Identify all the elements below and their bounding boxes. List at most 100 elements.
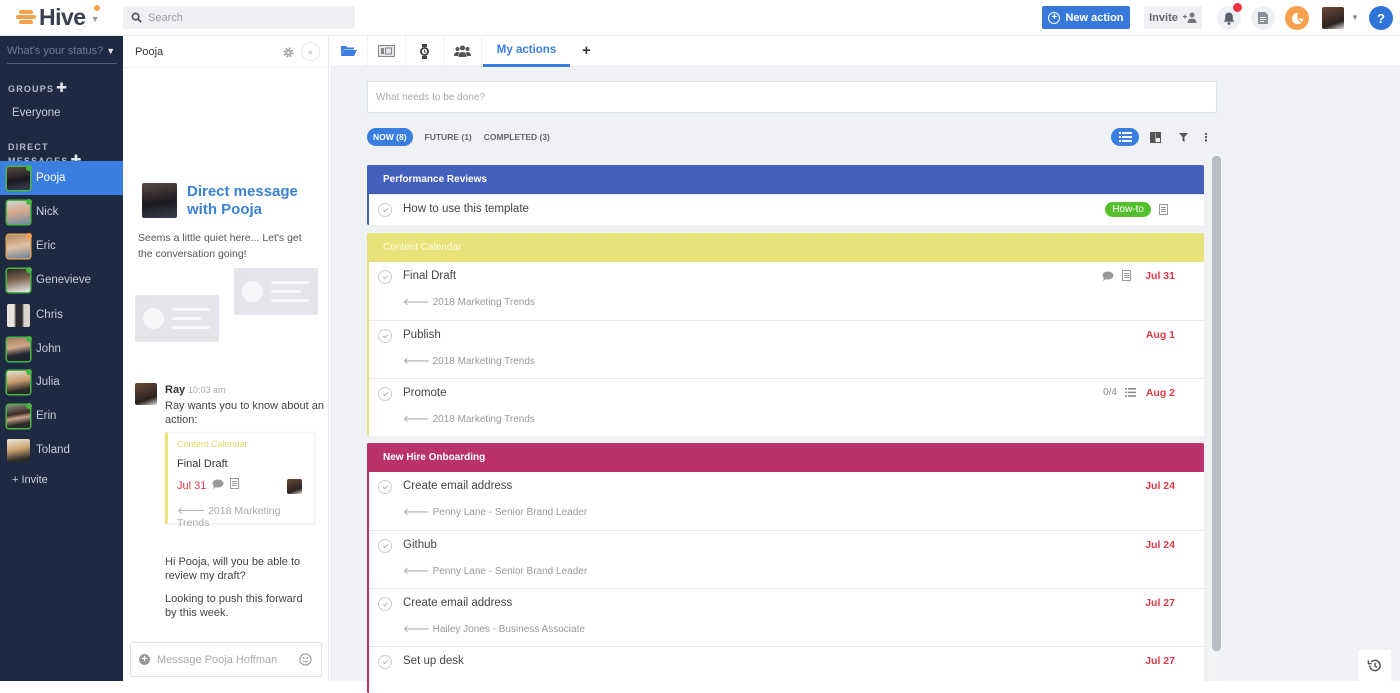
action-row[interactable]: How to use this template How-to	[369, 194, 1204, 225]
new-action-input[interactable]: What needs to be done?	[367, 81, 1217, 113]
complete-checkbox[interactable]	[378, 270, 392, 284]
search-placeholder: Search	[148, 11, 183, 24]
sidebar-item-john[interactable]: John	[0, 332, 123, 366]
sidebar-item-everyone[interactable]: Everyone	[0, 96, 123, 130]
list-view-button[interactable]	[1111, 128, 1139, 146]
sidebar: What's your status? ▼ GROUPS ✚ Everyone DI…	[0, 36, 123, 681]
parent-link[interactable]: 🡐 Penny Lane - Senior Brand Leader	[403, 506, 587, 518]
tab-projects[interactable]	[330, 36, 368, 66]
hive-logo[interactable]: Hive ▼	[16, 4, 100, 30]
sidebar-item-toland[interactable]: Toland	[0, 433, 123, 467]
chevron-down-icon[interactable]: ▼	[91, 14, 100, 24]
new-action-button[interactable]: + New action	[1042, 6, 1130, 29]
tag-badge[interactable]: How-to	[1105, 202, 1151, 217]
message-input[interactable]: + Message Pooja Hoffman	[130, 642, 322, 677]
parent-project-label: 2018 Marketing Trends	[432, 356, 535, 367]
parent-link[interactable]: 🡐 Penny Lane - Senior Brand Leader	[403, 565, 587, 577]
sidebar-item-genevieve[interactable]: Genevieve	[0, 263, 123, 297]
add-view-button[interactable]: +	[582, 42, 591, 59]
sidebar-item-julia[interactable]: Julia	[0, 365, 123, 399]
tab-team[interactable]	[444, 36, 482, 66]
filter-completed[interactable]: COMPLETED (3)	[484, 132, 550, 142]
help-button[interactable]: ?	[1369, 6, 1393, 30]
status-selector[interactable]: What's your status? ▼	[7, 45, 117, 64]
action-title: Publish	[403, 329, 441, 341]
group-label: Everyone	[12, 107, 61, 119]
tab-my-actions[interactable]: My actions	[483, 36, 570, 67]
complete-checkbox[interactable]	[378, 655, 392, 669]
project-section: New Hire Onboarding Create email address…	[367, 443, 1204, 693]
section-title: New Hire Onboarding	[383, 452, 486, 463]
history-button[interactable]	[1358, 650, 1391, 681]
card-due-date: Jul 31	[177, 480, 207, 492]
complete-checkbox[interactable]	[378, 329, 392, 343]
notes-button[interactable]	[1251, 6, 1275, 30]
collapse-panel-button[interactable]: «	[301, 42, 320, 61]
parent-link[interactable]: 🡐 2018 Marketing Trends	[403, 413, 535, 425]
tab-label: My actions	[496, 44, 557, 56]
complete-checkbox[interactable]	[378, 539, 392, 553]
shared-action-card[interactable]: Content Calendar Final Draft Jul 31 🡐 20…	[165, 432, 315, 529]
parent-link[interactable]: 🡐 2018 Marketing Trends	[403, 355, 535, 367]
action-row[interactable]: Final Draft 🡐 2018 Marketing Trends Jul …	[369, 262, 1204, 320]
dm-intro-text: Seems a little quiet here... Let's get t…	[138, 232, 302, 260]
avatar	[7, 368, 32, 394]
invite-button[interactable]: Invite	[1144, 6, 1202, 29]
filter-button[interactable]	[1176, 128, 1190, 146]
scrollbar-thumb[interactable]	[1212, 156, 1221, 651]
history-icon	[1367, 659, 1381, 672]
parent-link[interactable]: 🡐 2018 Marketing Trends	[403, 296, 535, 308]
user-avatar[interactable]	[1322, 7, 1344, 29]
sidebar-item-chris[interactable]: Chris	[0, 298, 123, 332]
stopwatch-icon	[420, 43, 429, 59]
analytics-button[interactable]	[1285, 6, 1309, 30]
sidebar-item-pooja[interactable]: Pooja	[0, 161, 123, 195]
action-row[interactable]: Promote 🡐 2018 Marketing Trends 0/4 Aug …	[369, 378, 1204, 436]
card-parent: 🡐 2018 Marketing Trends	[177, 505, 281, 529]
filter-icon	[1178, 132, 1188, 142]
filter-future[interactable]: FUTURE (1)	[425, 132, 472, 142]
action-title: Set up desk	[403, 655, 464, 667]
due-date: Jul 31	[1145, 270, 1175, 282]
complete-checkbox[interactable]	[378, 387, 392, 401]
complete-checkbox[interactable]	[378, 203, 392, 217]
board-view-button[interactable]	[1147, 128, 1163, 146]
sidebar-item-erin[interactable]: Erin	[0, 399, 123, 433]
section-header[interactable]: Performance Reviews	[367, 165, 1204, 194]
dm-intro: Direct message with Pooja	[142, 183, 317, 219]
kebab-icon: ⋮	[1200, 131, 1212, 144]
chevron-down-icon[interactable]: ▼	[1351, 13, 1359, 22]
search-input[interactable]: Search	[123, 6, 355, 29]
document-icon	[1258, 12, 1268, 24]
sidebar-item-nick[interactable]: Nick	[0, 195, 123, 229]
complete-checkbox[interactable]	[378, 597, 392, 611]
parent-action-label: Penny Lane - Senior Brand Leader	[432, 507, 588, 518]
emoji-icon[interactable]	[299, 653, 312, 666]
invite-link[interactable]: + Invite	[0, 463, 123, 497]
more-options-button[interactable]: ⋮	[1200, 128, 1212, 146]
add-group-icon[interactable]: ✚	[56, 80, 68, 95]
complete-checkbox[interactable]	[378, 480, 392, 494]
chat-bubble-illustration	[234, 268, 318, 315]
action-row[interactable]: Create email address 🡐 Penny Lane - Seni…	[369, 472, 1204, 530]
message-placeholder: Message Pooja Hoffman	[157, 653, 278, 666]
action-row[interactable]: Create email address 🡐 Hailey Jones - Bu…	[369, 588, 1204, 646]
section-header[interactable]: New Hire Onboarding	[367, 443, 1204, 472]
action-row[interactable]: Github 🡐 Penny Lane - Senior Brand Leade…	[369, 530, 1204, 588]
groups-title: GROUPS	[8, 84, 55, 94]
section-header[interactable]: Content Calendar	[367, 233, 1204, 262]
add-attachment-icon[interactable]: +	[139, 654, 150, 665]
view-tabs: My actions +	[330, 36, 1400, 67]
parent-link[interactable]: 🡐 Hailey Jones - Business Associate	[403, 623, 585, 635]
pie-chart-icon	[1291, 12, 1303, 24]
action-row[interactable]: Publish 🡐 2018 Marketing Trends Aug 1	[369, 320, 1204, 378]
sidebar-item-eric[interactable]: Eric	[0, 229, 123, 263]
contact-name: Julia	[36, 376, 60, 388]
tab-time-tracking[interactable]	[406, 36, 444, 66]
tab-kanban[interactable]	[368, 36, 406, 66]
action-row[interactable]: Set up desk Jul 27	[369, 646, 1204, 686]
gear-icon[interactable]	[282, 46, 295, 59]
team-icon	[454, 45, 471, 57]
logo-notification-dot	[94, 5, 100, 11]
filter-now[interactable]: NOW (8)	[367, 128, 413, 146]
